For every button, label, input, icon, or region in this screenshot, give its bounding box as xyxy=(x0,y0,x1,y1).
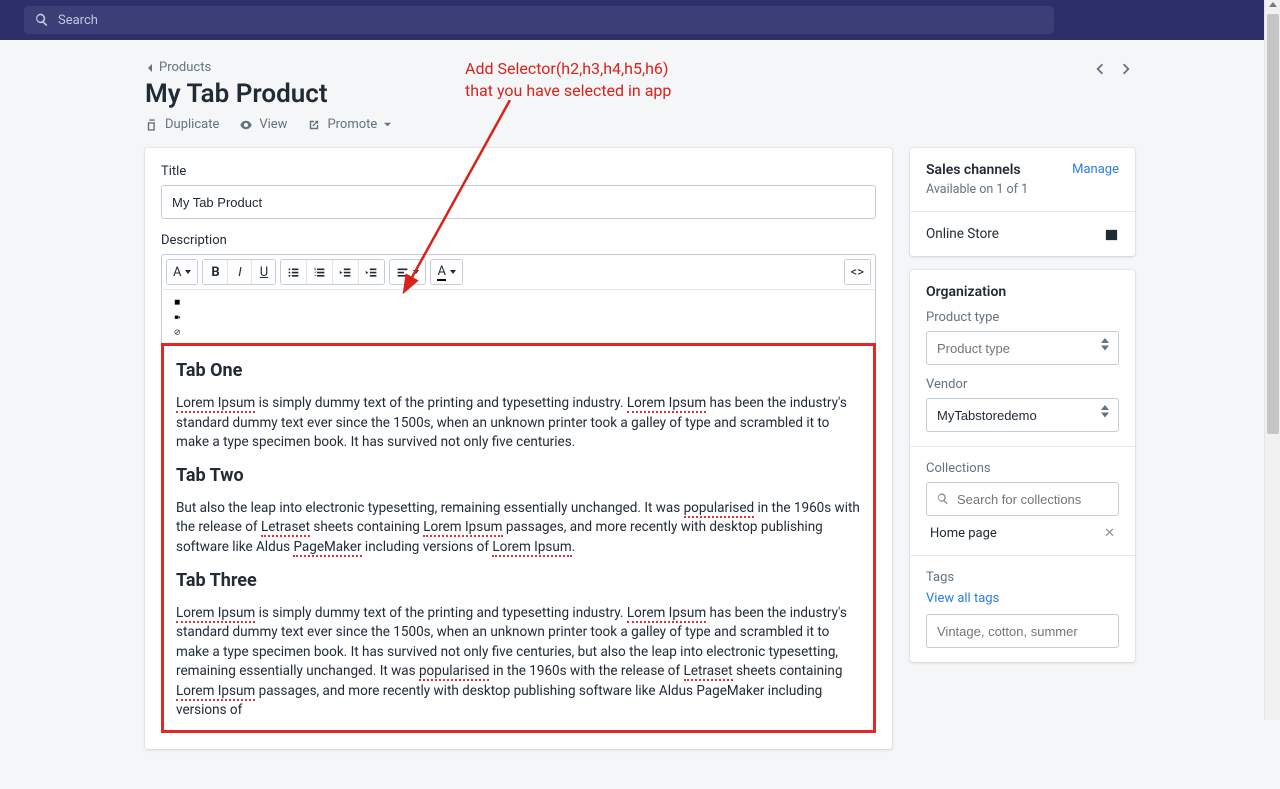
title-description-card: Title Description A B I U xyxy=(145,148,892,749)
organization-card: Organization Product type Vendor Collect… xyxy=(910,270,1135,662)
product-type-label: Product type xyxy=(926,310,1119,325)
manage-link[interactable]: Manage xyxy=(1072,162,1119,177)
page-header: Products My Tab Product Duplicate View P… xyxy=(145,60,1135,132)
duplicate-label: Duplicate xyxy=(165,117,219,132)
external-link-icon xyxy=(307,118,321,132)
editor-heading: Tab Three xyxy=(176,568,861,594)
calendar-icon[interactable] xyxy=(1104,227,1119,242)
remove-collection-button[interactable]: ✕ xyxy=(1104,526,1115,541)
editor-heading: Tab One xyxy=(176,358,861,384)
view-action[interactable]: View xyxy=(239,117,287,132)
video-button[interactable] xyxy=(174,309,180,324)
global-search[interactable]: Search xyxy=(24,6,1054,34)
organization-title: Organization xyxy=(926,284,1119,300)
rte-toolbar: A B I U xyxy=(161,254,876,289)
page-actions: Duplicate View Promote xyxy=(145,117,1135,132)
online-store-label: Online Store xyxy=(926,226,999,242)
back-to-products[interactable]: Products xyxy=(145,60,211,75)
text-color-dropdown[interactable]: A xyxy=(431,260,461,284)
format-dropdown[interactable]: A xyxy=(167,260,197,284)
bold-button[interactable]: B xyxy=(203,260,227,284)
description-editor[interactable]: Tab One Lorem Ipsum is simply dummy text… xyxy=(161,343,876,733)
tags-label: Tags xyxy=(926,570,1119,585)
vendor-label: Vendor xyxy=(926,377,1119,392)
outdent-button[interactable] xyxy=(332,260,358,284)
search-icon xyxy=(34,12,50,28)
title-input[interactable] xyxy=(161,185,876,219)
page: Products My Tab Product Duplicate View P… xyxy=(145,40,1135,789)
chevron-down-icon xyxy=(383,120,392,129)
promote-label: Promote xyxy=(327,117,377,132)
promote-action[interactable]: Promote xyxy=(307,117,392,132)
scroll-up-icon[interactable] xyxy=(1269,2,1277,7)
duplicate-icon xyxy=(145,118,159,132)
editor-paragraph: Lorem Ipsum is simply dummy text of the … xyxy=(176,604,861,721)
html-view-button[interactable]: <> xyxy=(845,260,870,284)
title-label: Title xyxy=(161,164,876,179)
tags-input[interactable] xyxy=(926,614,1119,648)
editor-paragraph: Lorem Ipsum is simply dummy text of the … xyxy=(176,394,861,453)
duplicate-action[interactable]: Duplicate xyxy=(145,117,219,132)
available-text: Available on 1 of 1 xyxy=(926,182,1119,197)
indent-button[interactable] xyxy=(358,260,384,284)
editor-paragraph: But also the leap into electronic typese… xyxy=(176,499,861,558)
page-title: My Tab Product xyxy=(145,79,1135,109)
image-button[interactable] xyxy=(174,294,180,309)
italic-button[interactable]: I xyxy=(227,260,251,284)
scrollbar-thumb[interactable] xyxy=(1267,14,1279,434)
view-label: View xyxy=(259,117,287,132)
next-arrow-icon[interactable] xyxy=(1117,60,1135,78)
chevron-left-icon xyxy=(145,63,155,73)
number-list-button[interactable] xyxy=(306,260,332,284)
search-icon xyxy=(936,492,950,506)
editor-heading: Tab Two xyxy=(176,463,861,489)
sales-channels-title: Sales channels xyxy=(926,162,1021,178)
product-type-select[interactable] xyxy=(926,331,1119,365)
sales-channels-card: Sales channels Manage Available on 1 of … xyxy=(910,148,1135,256)
top-bar: Search xyxy=(0,0,1280,40)
description-label: Description xyxy=(161,233,876,248)
rte-toolbar-row2 xyxy=(161,289,876,343)
align-dropdown[interactable] xyxy=(390,260,425,284)
collections-search-input[interactable] xyxy=(926,482,1119,516)
clear-format-button[interactable] xyxy=(174,324,180,339)
collection-tag: Home page xyxy=(930,526,997,541)
bullet-list-button[interactable] xyxy=(281,260,306,284)
scrollbar[interactable] xyxy=(1264,0,1280,720)
prev-arrow-icon[interactable] xyxy=(1091,60,1109,78)
pager xyxy=(1091,60,1135,78)
collections-label: Collections xyxy=(926,461,1119,476)
search-placeholder: Search xyxy=(58,13,98,28)
eye-icon xyxy=(239,118,253,132)
back-label: Products xyxy=(159,60,211,75)
vendor-select[interactable] xyxy=(926,398,1119,432)
view-all-tags-link[interactable]: View all tags xyxy=(926,591,1119,606)
underline-button[interactable]: U xyxy=(251,260,275,284)
